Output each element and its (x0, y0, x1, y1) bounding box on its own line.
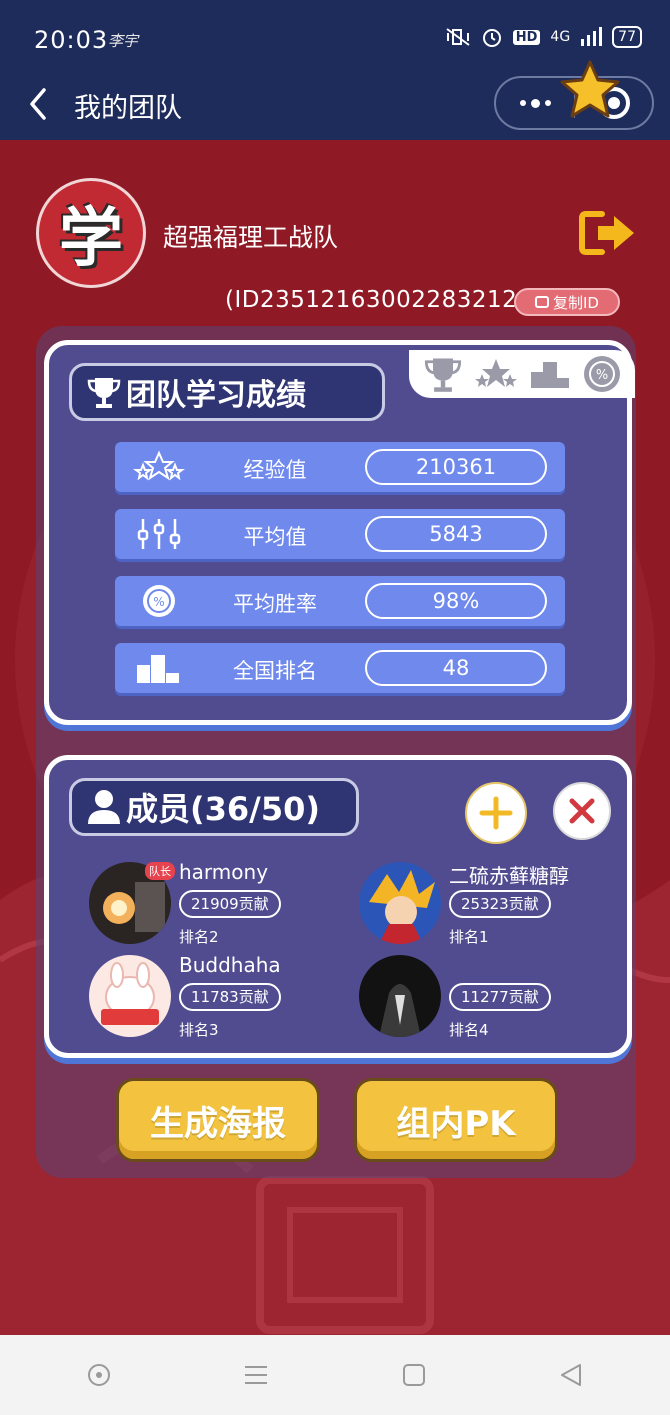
member-contribution: 11277贡献 (449, 983, 551, 1011)
status-time: 20:03 (34, 26, 109, 54)
member-contribution: 25323贡献 (449, 890, 551, 918)
stat-row-winrate: % 平均胜率 98% (115, 576, 565, 626)
exit-team-icon[interactable] (578, 208, 638, 258)
team-logo: 学 (36, 178, 146, 288)
leader-badge: 队长 (145, 862, 175, 880)
stat-row-experience: 经验值 210361 (115, 442, 565, 492)
member-contribution: 21909贡献 (179, 890, 281, 918)
member-item[interactable]: 二硫赤藓糖醇 25323贡献 排名1 (359, 860, 609, 950)
hd-badge: HD (512, 29, 541, 45)
network-label: 4G (550, 29, 571, 45)
sliders-icon (133, 517, 185, 551)
system-nav-bar (0, 1335, 670, 1415)
member-rank: 排名4 (449, 1021, 489, 1038)
stat-row-rank: 全国排名 48 (115, 643, 565, 693)
plus-icon (479, 796, 513, 830)
stat-label: 经验值 (243, 458, 307, 482)
back-icon[interactable] (558, 1362, 584, 1388)
add-member-button[interactable] (465, 782, 527, 844)
podium-tab-icon[interactable] (529, 356, 571, 392)
group-pk-button[interactable]: 组内PK (354, 1078, 558, 1162)
trophy-tab-icon[interactable] (423, 354, 463, 394)
status-signature: 李宇 (108, 32, 139, 50)
members-title: 成员(36/50) (126, 790, 321, 828)
copy-id-label: 复制ID (553, 293, 599, 312)
trophy-icon (87, 378, 121, 408)
stat-value: 210361 (365, 449, 547, 485)
team-logo-char: 学 (59, 202, 123, 276)
copy-id-button[interactable]: 复制ID (514, 288, 620, 316)
member-name: harmony (179, 860, 269, 884)
stat-value: 5843 (365, 516, 547, 552)
member-name: Buddhaha (179, 953, 281, 977)
stats-title-badge: 团队学习成绩 (69, 363, 385, 421)
member-contribution: 11783贡献 (179, 983, 281, 1011)
members-card: 成员(36/50) 队长 harmony 21909贡献 排名2 二硫赤藓糖醇 … (44, 755, 632, 1058)
team-id: (ID235121630022832128) (225, 287, 542, 313)
stat-value: 98% (365, 583, 547, 619)
alarm-icon (482, 29, 501, 47)
home-icon[interactable] (401, 1362, 427, 1388)
team-stats-card: 团队学习成绩 % 经验值 210361 平均值 5843 % 平均胜率 98% … (44, 340, 635, 725)
stat-row-average: 平均值 5843 (115, 509, 565, 559)
member-rank: 排名3 (179, 1021, 219, 1038)
menu-icon[interactable] (243, 1362, 269, 1388)
star-decoration-icon (560, 60, 620, 118)
stars-tab-icon[interactable] (474, 356, 518, 392)
member-item[interactable]: 队长 harmony 21909贡献 排名2 (89, 860, 339, 950)
battery-icon: 77 (612, 26, 642, 48)
assistant-icon[interactable] (86, 1362, 112, 1388)
stat-label: 平均胜率 (233, 592, 317, 616)
podium-icon (133, 651, 185, 685)
person-icon (88, 790, 120, 824)
member-item[interactable]: 11277贡献 排名4 (359, 953, 609, 1038)
avatar (89, 955, 171, 1037)
percent-icon: % (133, 584, 185, 618)
members-title-badge: 成员(36/50) (69, 778, 359, 836)
avatar (359, 862, 441, 944)
stat-label: 平均值 (243, 525, 307, 549)
close-icon (569, 798, 595, 824)
remove-member-button[interactable] (553, 782, 611, 840)
stats-title: 团队学习成绩 (126, 378, 306, 413)
copy-icon (535, 296, 549, 308)
percent-tab-icon[interactable]: % (582, 354, 622, 394)
page-title: 我的团队 (74, 93, 182, 124)
stat-label: 全国排名 (233, 659, 317, 683)
member-list[interactable]: 队长 harmony 21909贡献 排名2 二硫赤藓糖醇 25323贡献 排名… (79, 860, 619, 1038)
member-name: 二硫赤藓糖醇 (449, 864, 569, 888)
stars-icon (133, 450, 185, 484)
svg-text:%: % (153, 595, 164, 609)
stats-tabs: % (409, 350, 635, 398)
generate-poster-button[interactable]: 生成海报 (116, 1078, 320, 1162)
team-name: 超强福理工战队 (163, 223, 339, 252)
stat-value: 48 (365, 650, 547, 686)
status-icons: HD 4G 77 (445, 26, 642, 48)
svg-text:%: % (595, 368, 607, 383)
member-rank: 排名1 (449, 928, 489, 946)
mute-vibrate-icon (446, 28, 470, 46)
back-arrow-icon[interactable] (24, 84, 54, 124)
signal-icon (581, 27, 603, 46)
member-rank: 排名2 (179, 928, 219, 946)
avatar (359, 955, 441, 1037)
member-item[interactable]: Buddhaha 11783贡献 排名3 (89, 953, 339, 1038)
